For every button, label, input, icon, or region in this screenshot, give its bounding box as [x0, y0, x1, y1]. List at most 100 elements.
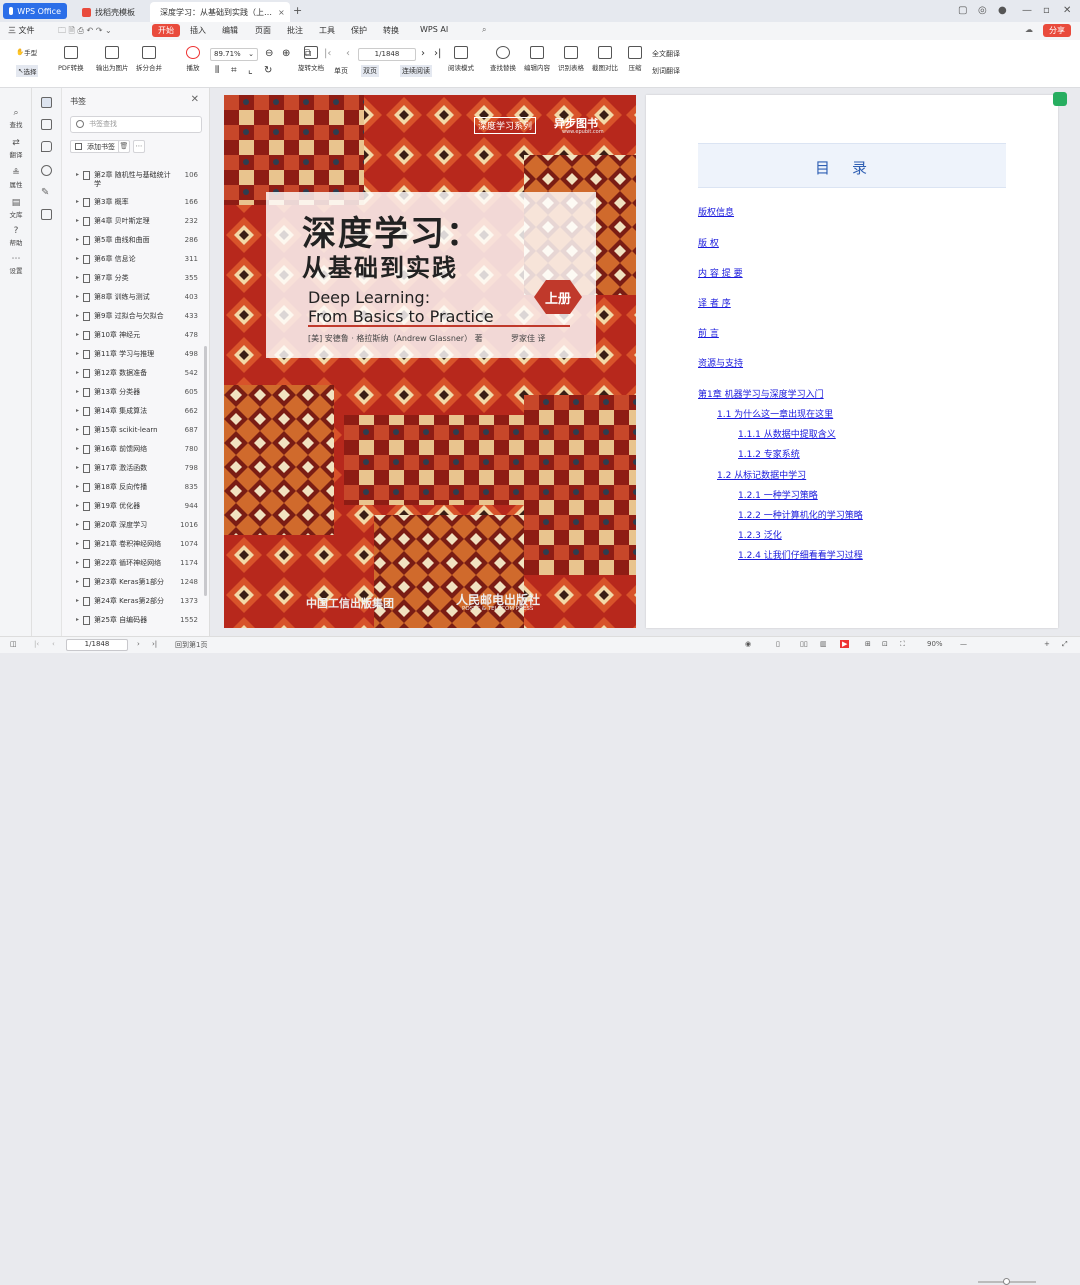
document-tab[interactable]: 深度学习：从基础到实践（上… × — [150, 2, 290, 22]
return-first-page[interactable]: 回到第1页 — [175, 640, 207, 650]
expand-arrow-icon[interactable]: ▸ — [76, 255, 82, 262]
fit-width-icon[interactable]: ⊞ — [865, 640, 871, 648]
new-tab-button[interactable]: + — [293, 4, 302, 17]
expand-arrow-icon[interactable]: ▸ — [76, 559, 82, 566]
bookmark-item[interactable]: ▸ 第24章 Keras第2部分 1373 — [76, 597, 198, 606]
rotate-icon[interactable]: ↻ — [264, 65, 272, 76]
expand-arrow-icon[interactable]: ▸ — [76, 578, 82, 585]
double-page-icon[interactable]: ▯▯ — [800, 640, 808, 648]
bookmark-item[interactable]: ▸ 第16章 前馈网络 780 — [76, 445, 198, 454]
bookmark-item[interactable]: ▸ 第23章 Keras第1部分 1248 — [76, 578, 198, 587]
expand-arrow-icon[interactable]: ▸ — [76, 217, 82, 224]
bookmark-icon[interactable] — [41, 97, 52, 108]
read-mode-button[interactable]: 阅读模式 — [448, 46, 474, 72]
select-tool[interactable]: ↖ 选择 — [16, 65, 39, 77]
minimize-button[interactable]: — — [1022, 5, 1032, 16]
expand-arrow-icon[interactable]: ▸ — [76, 312, 82, 319]
bookmark-item[interactable]: ▸ 第21章 卷积神经网络 1074 — [76, 540, 198, 549]
expand-arrow-icon[interactable]: ▸ — [76, 236, 82, 243]
menu-annotate[interactable]: 批注 — [287, 25, 303, 36]
next-page-icon[interactable]: › — [421, 48, 425, 59]
bookmark-item[interactable]: ▸ 第25章 自编码器 1552 — [76, 616, 198, 625]
fit-page-icon[interactable]: ⌗ — [231, 65, 237, 76]
menu-protect[interactable]: 保护 — [351, 25, 367, 36]
expand-arrow-icon[interactable]: ▸ — [76, 616, 82, 623]
expand-arrow-icon[interactable]: ▸ — [76, 483, 82, 490]
sidebar-toggle-icon[interactable]: ◫ — [10, 640, 17, 648]
zoom-select[interactable]: 89.71% ⌄ — [210, 48, 258, 61]
bookmark-item[interactable]: ▸ 第14章 集成算法 662 — [76, 407, 198, 416]
menu-file[interactable]: 三 文件 — [8, 25, 35, 36]
toc-link[interactable]: 1.2 从标记数据中学习 — [717, 468, 806, 481]
play-icon[interactable]: ▶ — [840, 640, 850, 648]
zoom-in-icon[interactable]: + — [1044, 640, 1050, 648]
expand-arrow-icon[interactable]: ▸ — [76, 597, 82, 604]
scrollbar[interactable] — [204, 346, 207, 596]
compress-button[interactable]: 压缩 — [628, 46, 642, 72]
window-icon[interactable]: ▢ — [958, 5, 967, 16]
maximize-button[interactable]: ▫ — [1043, 5, 1050, 16]
expand-icon[interactable]: ⤢ — [1062, 640, 1068, 649]
assistant-icon[interactable] — [1053, 92, 1067, 106]
more-icon[interactable]: ⋯ — [133, 140, 145, 153]
bookmark-item[interactable]: ▸ 第5章 曲线和曲面 286 — [76, 236, 198, 245]
close-window-button[interactable]: ✕ — [1063, 5, 1071, 16]
pdf-convert-button[interactable]: PDF转换 — [58, 46, 84, 72]
bookmark-item[interactable]: ▸ 第19章 优化器 944 — [76, 502, 198, 511]
rail-properties[interactable]: ≗ 属性 — [0, 168, 32, 189]
toc-link[interactable]: 版 权 — [698, 236, 719, 249]
add-bookmark-button[interactable]: 添加书签 — [70, 140, 120, 153]
bookmark-item[interactable]: ▸ 第3章 概率 166 — [76, 198, 198, 207]
crop-icon[interactable]: ⌞ — [248, 65, 253, 76]
fullscreen-icon[interactable]: ⛶ — [900, 640, 905, 649]
bookmark-item[interactable]: ▸ 第11章 学习与推理 498 — [76, 350, 198, 359]
quick-access-icons[interactable]: 🗀 🗎 ⎙ ↶ ↷ ⌄ — [58, 25, 112, 39]
menu-edit[interactable]: 编辑 — [222, 25, 238, 36]
rail-library[interactable]: ▤ 文库 — [0, 198, 32, 219]
toc-link[interactable]: 译 者 序 — [698, 296, 731, 309]
toc-link[interactable]: 1.2.2 一种计算机化的学习策略 — [738, 508, 863, 521]
status-page-input[interactable]: 1/1848 — [66, 639, 128, 651]
fit-width-icon[interactable]: ⫴ — [215, 65, 219, 76]
fit-page-icon[interactable]: ⊡ — [882, 640, 888, 648]
layers-icon[interactable] — [41, 209, 52, 220]
prev-page-icon[interactable]: ‹ — [52, 640, 55, 648]
toc-link[interactable]: 1.2.1 一种学习策略 — [738, 488, 818, 501]
menu-wps-ai[interactable]: WPS AI — [420, 25, 448, 34]
thumbnail-icon[interactable] — [41, 119, 52, 130]
first-page-icon[interactable]: |‹ — [324, 48, 331, 59]
bookmark-item[interactable]: ▸ 第2章 随机性与基础统计学 106 — [76, 171, 198, 189]
menu-convert[interactable]: 转换 — [383, 25, 399, 36]
rail-find[interactable]: ⌕ 查找 — [0, 108, 32, 129]
bookmark-item[interactable]: ▸ 第18章 反向传播 835 — [76, 483, 198, 492]
last-page-icon[interactable]: ›| — [434, 48, 441, 59]
eye-icon[interactable]: ◉ — [745, 640, 751, 648]
screenshot-compare-button[interactable]: 截图对比 — [592, 46, 618, 72]
toc-link[interactable]: 1.2.3 泛化 — [738, 528, 782, 541]
bookmark-item[interactable]: ▸ 第9章 过拟合与欠拟合 433 — [76, 312, 198, 321]
double-page-button[interactable]: 双页 — [361, 65, 379, 77]
toc-link[interactable]: 1.2.4 让我们仔细看看学习过程 — [738, 548, 863, 561]
bookmark-item[interactable]: ▸ 第22章 循环神经网络 1174 — [76, 559, 198, 568]
expand-arrow-icon[interactable]: ▸ — [76, 388, 82, 395]
expand-arrow-icon[interactable]: ▸ — [76, 350, 82, 357]
find-replace-button[interactable]: 查找替换 — [490, 46, 516, 72]
bookmark-item[interactable]: ▸ 第6章 信息论 311 — [76, 255, 198, 264]
toc-link[interactable]: 版权信息 — [698, 205, 734, 218]
bookmark-item[interactable]: ▸ 第8章 训练与测试 403 — [76, 293, 198, 302]
toc-link[interactable]: 1.1.2 专家系统 — [738, 447, 800, 460]
bookmark-item[interactable]: ▸ 第10章 神经元 478 — [76, 331, 198, 340]
skin-icon[interactable]: ◎ — [978, 5, 987, 16]
toc-link[interactable]: 第1章 机器学习与深度学习入门 — [698, 387, 824, 400]
bookmark-item[interactable]: ▸ 第20章 深度学习 1016 — [76, 521, 198, 530]
toc-link[interactable]: 1.1.1 从数据中提取含义 — [738, 427, 836, 440]
rotate-doc-button[interactable]: 旋转文档 — [298, 46, 324, 72]
template-tab[interactable]: 找稻壳模板 — [76, 2, 144, 22]
expand-arrow-icon[interactable]: ▸ — [76, 274, 82, 281]
expand-arrow-icon[interactable]: ▸ — [76, 521, 82, 528]
bookmark-item[interactable]: ▸ 第15章 scikit-learn 687 — [76, 426, 198, 435]
rail-settings[interactable]: ⋯ 设置 — [0, 254, 32, 275]
split-merge-button[interactable]: 拆分合并 — [136, 46, 162, 72]
hand-tool[interactable]: ✋ 手型 — [16, 47, 37, 57]
expand-arrow-icon[interactable]: ▸ — [76, 198, 82, 205]
